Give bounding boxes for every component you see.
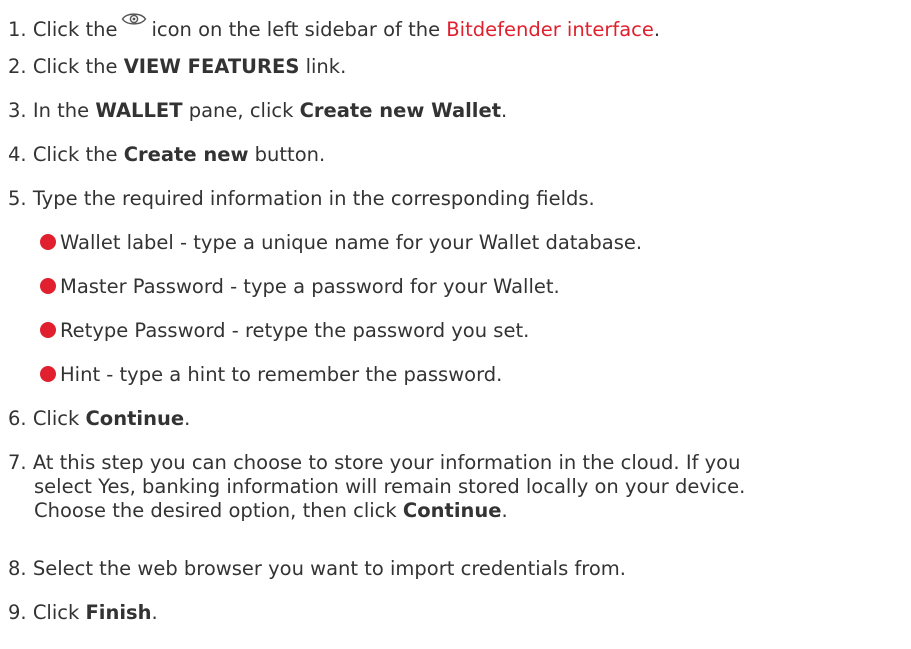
field-description: Wallet label - type a unique name for yo…	[60, 231, 643, 254]
step-text-end: .	[653, 18, 661, 41]
wallet-label: WALLET	[95, 99, 183, 122]
step-number: 8.	[8, 557, 27, 580]
step-text: Click the	[32, 55, 118, 78]
step-text: select Yes, banking information will rem…	[34, 475, 746, 498]
step-text: At this step you can choose to store you…	[32, 451, 741, 474]
step-9: 9. Click Finish.	[8, 600, 158, 626]
step-7: 7. At this step you can choose to store …	[8, 450, 740, 476]
step-number: 1.	[8, 18, 27, 41]
field-bullet: Retype Password - retype the password yo…	[40, 318, 529, 344]
step-8: 8. Select the web browser you want to im…	[8, 556, 626, 582]
step-3: 3. In the WALLET pane, click Create new …	[8, 98, 507, 124]
step-5: 5. Type the required information in the …	[8, 186, 595, 212]
bullet-dot-icon	[40, 234, 56, 250]
step-number: 2.	[8, 55, 27, 78]
step-text: Click	[32, 601, 80, 624]
field-description: Retype Password - retype the password yo…	[60, 319, 530, 342]
step-text: Type the required information in the cor…	[32, 187, 595, 210]
step-text: icon on the left sidebar of the	[151, 18, 441, 41]
step-text: Select the web browser you want to impor…	[32, 557, 627, 580]
step-number: 7.	[8, 451, 27, 474]
field-bullet: Master Password - type a password for yo…	[40, 274, 560, 300]
step-text-end: .	[501, 99, 508, 122]
step-4: 4. Click the Create new button.	[8, 142, 325, 168]
create-new-label: Create new	[123, 143, 249, 166]
eye-icon	[122, 13, 147, 25]
step-text: link.	[305, 55, 347, 78]
step-1: 1. Click the icon on the left sidebar of…	[8, 10, 660, 43]
step-text: Click the	[32, 18, 118, 41]
field-bullet: Wallet label - type a unique name for yo…	[40, 230, 642, 256]
bitdefender-interface-link[interactable]: Bitdefender interface	[446, 18, 654, 41]
view-features-label: VIEW FEATURES	[123, 55, 300, 78]
step-2: 2. Click the VIEW FEATURES link.	[8, 54, 346, 80]
step-number: 4.	[8, 143, 27, 166]
step-number: 3.	[8, 99, 27, 122]
bullet-dot-icon	[40, 322, 56, 338]
step-text: Choose the desired option, then click	[34, 499, 397, 522]
continue-label: Continue	[402, 499, 502, 522]
step-text: In the	[32, 99, 90, 122]
step-text-end: .	[151, 601, 158, 624]
field-bullet: Hint - type a hint to remember the passw…	[40, 362, 502, 388]
field-description: Hint - type a hint to remember the passw…	[60, 363, 503, 386]
step-text: button.	[254, 143, 326, 166]
step-text-end: .	[184, 407, 191, 430]
step-text: Click the	[32, 143, 118, 166]
step-number: 9.	[8, 601, 27, 624]
step-6: 6. Click Continue.	[8, 406, 190, 432]
step-7-line-3: Choose the desired option, then click Co…	[34, 498, 508, 524]
step-number: 6.	[8, 407, 27, 430]
continue-label: Continue	[85, 407, 185, 430]
field-description: Master Password - type a password for yo…	[60, 275, 560, 298]
step-text-end: .	[501, 499, 508, 522]
finish-label: Finish	[85, 601, 152, 624]
instructions-page: 1. Click the icon on the left sidebar of…	[0, 0, 911, 649]
step-7-line-2: select Yes, banking information will rem…	[34, 474, 745, 500]
create-new-wallet-label: Create new Wallet	[299, 99, 502, 122]
bullet-dot-icon	[40, 366, 56, 382]
step-text: Click	[32, 407, 80, 430]
bullet-dot-icon	[40, 278, 56, 294]
step-number: 5.	[8, 187, 27, 210]
step-text: pane, click	[188, 99, 294, 122]
